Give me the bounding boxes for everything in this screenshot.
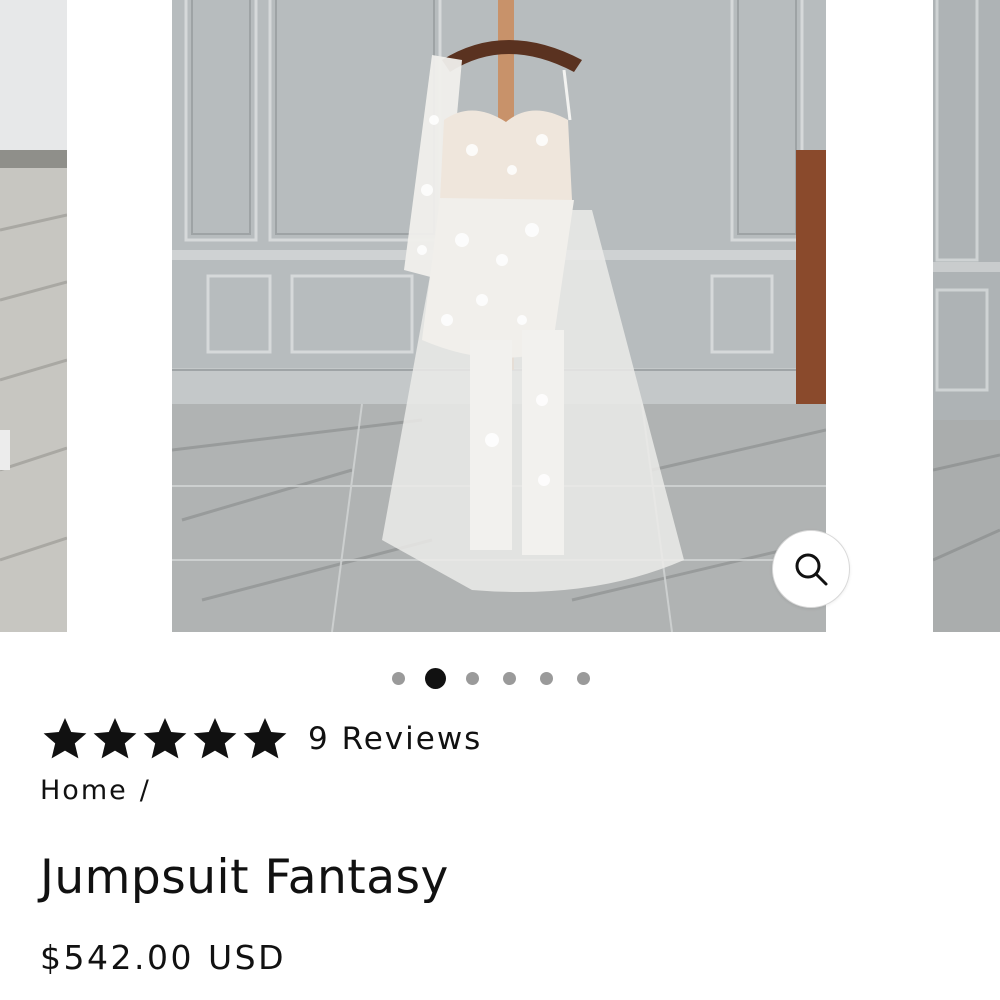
price-currency: USD	[207, 938, 286, 977]
main-product-image[interactable]	[172, 0, 826, 632]
review-count-link[interactable]: 9 Reviews	[308, 721, 482, 757]
star-icon	[43, 718, 87, 759]
zoom-button[interactable]	[772, 530, 850, 608]
star-icon	[143, 718, 187, 759]
pagination-dot-6[interactable]	[577, 671, 590, 685]
star-icon	[193, 718, 237, 759]
pagination-dot-4[interactable]	[503, 671, 516, 685]
star-icon	[93, 718, 137, 759]
pagination-dot-1[interactable]	[392, 671, 405, 685]
product-price: $542.00 USD	[40, 938, 286, 977]
breadcrumb-home-link[interactable]: Home	[40, 775, 128, 806]
search-icon	[795, 553, 828, 586]
product-title: Jumpsuit Fantasy	[40, 850, 449, 905]
pagination-dot-3[interactable]	[466, 671, 479, 685]
previous-slide-peek[interactable]	[0, 0, 67, 632]
pagination-dot-2-active[interactable]	[425, 667, 446, 689]
breadcrumb-separator: /	[139, 775, 151, 806]
gallery-pagination	[392, 666, 614, 690]
product-rating[interactable]: 9 Reviews	[40, 714, 482, 764]
next-slide-peek[interactable]	[933, 0, 1000, 632]
breadcrumb: Home /	[40, 775, 151, 806]
price-amount: $542.00	[40, 938, 194, 977]
pagination-dot-5[interactable]	[540, 671, 553, 685]
star-rating	[40, 715, 290, 763]
product-image-gallery[interactable]	[0, 0, 1000, 632]
star-icon	[243, 718, 287, 759]
